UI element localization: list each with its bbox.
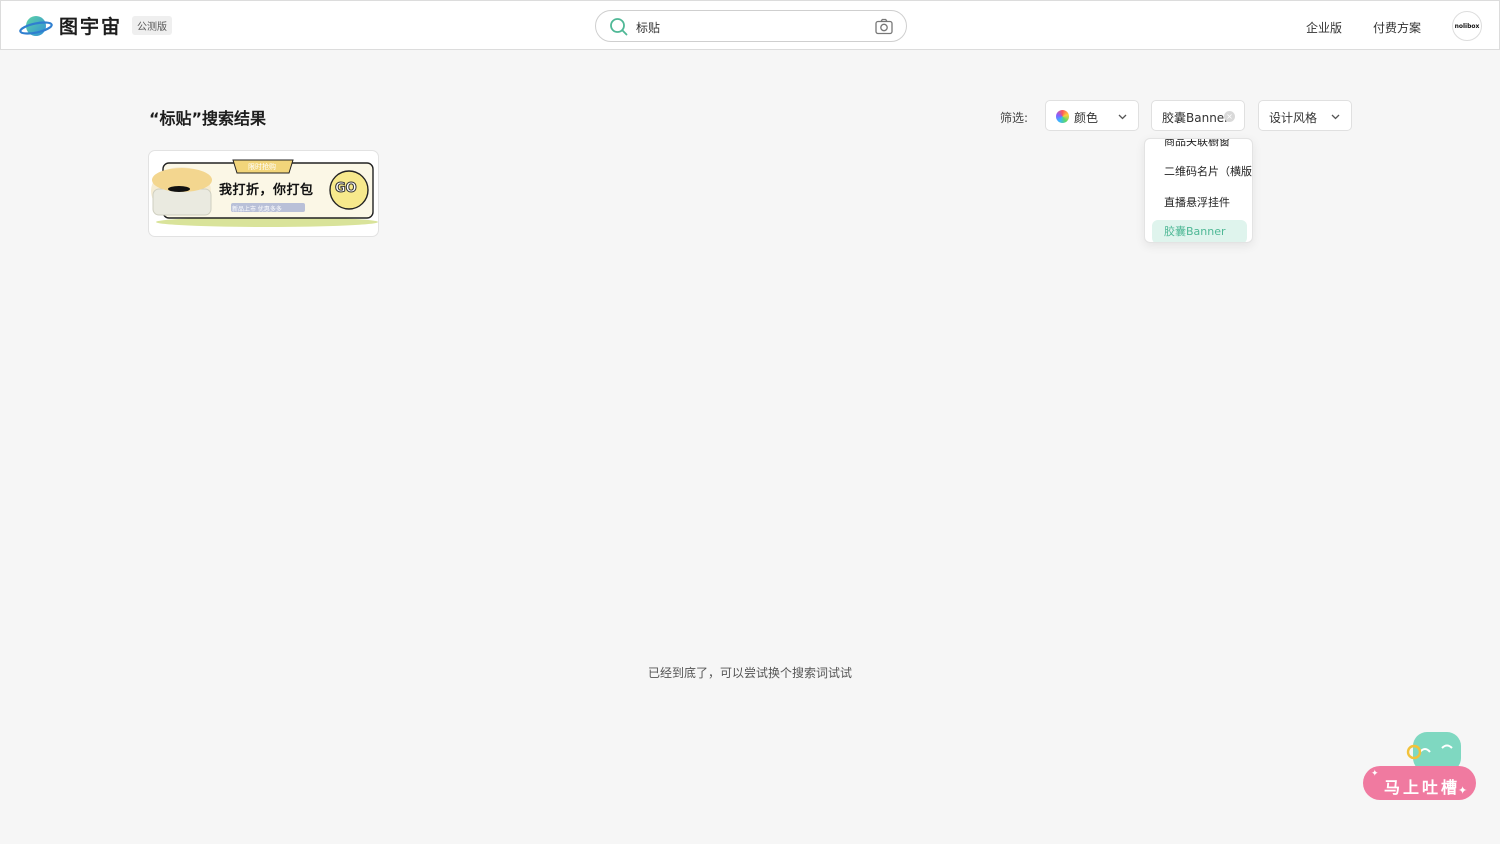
chevron-down-icon [1118,114,1127,120]
dropdown-option[interactable]: 直播悬浮挂件 [1145,191,1252,215]
feedback-label: 马上吐槽 [1384,778,1461,797]
search-icon[interactable] [609,17,629,37]
avatar[interactable]: nolibox [1452,11,1482,41]
brand-name: 图宇宙 [59,16,123,38]
result-card[interactable]: 限时抢购 我打折，你打包 新品上市 优惠多多 GO [148,150,379,237]
banner-go-button: GO [335,181,358,197]
style-filter-label: 设计风格 [1269,111,1318,125]
color-wheel-icon [1056,110,1069,123]
banner-subline: 新品上市 优惠多多 [232,206,282,213]
filter-label: 筛选: [1000,111,1029,125]
search-input[interactable]: 标贴 [636,19,660,36]
chevron-down-icon [1331,114,1340,120]
nav-pricing-link[interactable]: 付费方案 [1373,19,1421,36]
svg-text:✦: ✦ [1371,769,1379,779]
category-filter-select[interactable]: 胶囊Banner × [1151,100,1245,131]
top-header: 图宇宙 公测版 标贴 企业版 付费方案 nolibox [0,0,1500,50]
category-dropdown-menu[interactable]: 商品关联橱窗 二维码名片（横版） 直播悬浮挂件 胶囊Banner [1144,138,1253,243]
color-filter-select[interactable]: 颜色 [1045,100,1139,131]
search-bar[interactable]: 标贴 [595,10,907,42]
beta-badge: 公测版 [132,16,173,35]
category-filter-label: 胶囊Banner [1162,111,1230,125]
style-filter-select[interactable]: 设计风格 [1258,100,1352,131]
planet-logo-icon [19,15,53,36]
end-of-results-text: 已经到底了，可以尝试换个搜索词试试 [647,666,852,680]
banner-tag-text: 限时抢购 [248,163,276,171]
clear-filter-icon[interactable]: × [1224,111,1235,122]
dropdown-option[interactable]: 二维码名片（横版） [1145,160,1252,184]
feedback-button[interactable]: ✦ ✦ 马上吐槽 [1362,730,1478,802]
banner-headline: 我打折，你打包 [219,183,314,198]
page-title: “标贴”搜索结果 [149,109,267,128]
camera-icon[interactable] [875,18,893,35]
dropdown-option[interactable]: 商品关联橱窗 [1145,139,1252,154]
logo[interactable]: 图宇宙 公测版 [19,12,173,39]
dropdown-option-selected[interactable]: 胶囊Banner [1152,220,1247,242]
color-filter-label: 颜色 [1074,111,1099,125]
nav-enterprise-link[interactable]: 企业版 [1306,19,1342,36]
